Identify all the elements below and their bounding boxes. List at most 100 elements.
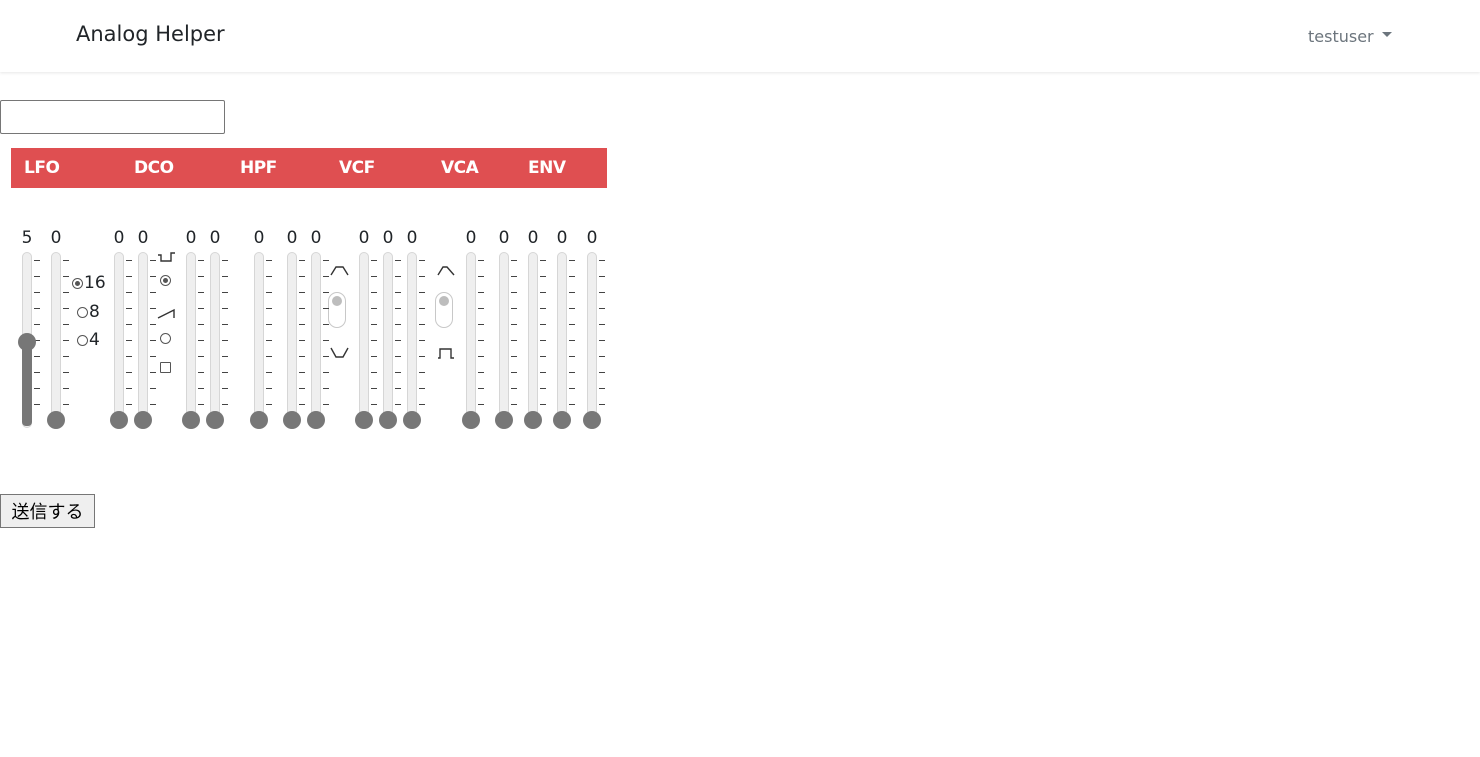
fader-track: [287, 252, 297, 428]
fader-thumb[interactable]: [206, 411, 224, 429]
fader-track: [383, 252, 393, 428]
fader-env-sustain[interactable]: [553, 252, 575, 429]
fader-vcf-res[interactable]: [307, 252, 329, 429]
fader-thumb[interactable]: [250, 411, 268, 429]
wave-option-pulse[interactable]: [160, 275, 172, 286]
fader-lfo-delay[interactable]: [47, 252, 69, 429]
wave-option-saw[interactable]: [160, 333, 172, 344]
switch-knob: [439, 296, 449, 306]
fader-value-lfo-rate: 5: [21, 228, 33, 248]
fader-value-dco-pwm: 0: [137, 228, 149, 248]
fader-hpf-freq[interactable]: [250, 252, 272, 429]
fader-track: [499, 252, 509, 428]
fader-value-vcf-kybd: 0: [406, 228, 418, 248]
range-option-4[interactable]: 4: [77, 330, 100, 350]
radio-icon: [77, 306, 88, 318]
fader-vcf-kybd[interactable]: [403, 252, 425, 429]
vca-mode-switch[interactable]: [435, 292, 453, 328]
fader-scale: [395, 260, 401, 420]
fader-scale: [599, 260, 605, 420]
fader-scale: [478, 260, 484, 420]
fader-thumb[interactable]: [307, 411, 325, 429]
fader-scale: [266, 260, 272, 420]
caret-down-icon: [1381, 32, 1392, 37]
fader-env-release[interactable]: [583, 252, 605, 429]
fader-dco-sub[interactable]: [182, 252, 204, 429]
fader-track: [254, 252, 264, 428]
fader-scale: [371, 260, 377, 420]
synth-panel: 16 8 4 50000000000000000: [0, 200, 620, 440]
vcf-polarity-switch[interactable]: [328, 292, 346, 328]
section-label-vca: VCA: [441, 158, 479, 178]
fader-vcf-env[interactable]: [355, 252, 377, 429]
positive-envelope-icon: [330, 266, 349, 276]
range-label-8: 8: [89, 302, 100, 322]
fader-thumb[interactable]: [583, 411, 601, 429]
fader-thumb[interactable]: [47, 411, 65, 429]
user-dropdown[interactable]: testuser: [1308, 27, 1392, 46]
wave-option-off[interactable]: [160, 362, 171, 373]
fader-thumb[interactable]: [283, 411, 301, 429]
fader-scale: [419, 260, 425, 420]
fader-lfo-rate[interactable]: [18, 252, 40, 428]
fader-thumb[interactable]: [403, 411, 421, 429]
negative-envelope-icon: [330, 347, 349, 358]
fader-scale: [323, 260, 329, 420]
fader-thumb[interactable]: [182, 411, 200, 429]
section-label-env: ENV: [528, 158, 566, 178]
fader-track: [557, 252, 567, 428]
fader-env-attack[interactable]: [495, 252, 517, 429]
gate-icon: [438, 348, 454, 359]
range-option-16[interactable]: 16: [72, 273, 106, 293]
fader-thumb[interactable]: [495, 411, 513, 429]
fader-scale: [299, 260, 305, 420]
fader-thumb[interactable]: [355, 411, 373, 429]
fader-track: [359, 252, 369, 428]
fader-dco-pwm[interactable]: [134, 252, 156, 429]
section-label-vcf: VCF: [339, 158, 375, 178]
fader-thumb[interactable]: [379, 411, 397, 429]
user-name: testuser: [1308, 27, 1374, 46]
fader-vcf-freq[interactable]: [283, 252, 305, 429]
fader-scale: [198, 260, 204, 420]
fader-vcf-lfo[interactable]: [379, 252, 401, 429]
square-checkbox-icon: [160, 362, 171, 373]
fader-value-env-release: 0: [586, 228, 598, 248]
fader-track: [138, 252, 148, 428]
fader-scale: [126, 260, 132, 420]
fader-scale: [569, 260, 575, 420]
patch-name-input[interactable]: [0, 100, 225, 134]
fader-thumb[interactable]: [110, 411, 128, 429]
fader-track: [114, 252, 124, 428]
fader-track: [528, 252, 538, 428]
fader-vca-level[interactable]: [462, 252, 484, 429]
brand-title[interactable]: Analog Helper: [76, 22, 225, 46]
fader-dco-noise[interactable]: [206, 252, 228, 429]
radio-icon: [72, 277, 83, 289]
section-header-bar: LFO DCO HPF VCF VCA ENV: [11, 148, 607, 188]
fader-thumb[interactable]: [524, 411, 542, 429]
fader-scale: [511, 260, 517, 420]
fader-env-decay[interactable]: [524, 252, 546, 429]
fader-value-hpf-freq: 0: [253, 228, 265, 248]
radio-icon: [77, 334, 88, 346]
fader-scale: [150, 260, 156, 420]
fader-thumb[interactable]: [18, 333, 36, 351]
fader-track: [311, 252, 321, 428]
fader-track: [186, 252, 196, 428]
fader-thumb[interactable]: [134, 411, 152, 429]
range-label-4: 4: [89, 330, 100, 350]
fader-value-env-decay: 0: [527, 228, 539, 248]
fader-thumb[interactable]: [553, 411, 571, 429]
pulse-wave-icon: [158, 252, 175, 262]
fader-scale: [540, 260, 546, 420]
fader-dco-lfo[interactable]: [110, 252, 132, 429]
fader-track: [587, 252, 597, 428]
fader-fill: [22, 339, 32, 426]
envelope-icon: [437, 266, 455, 276]
radio-icon: [160, 333, 171, 344]
fader-thumb[interactable]: [462, 411, 480, 429]
section-label-lfo: LFO: [24, 158, 60, 178]
submit-button[interactable]: 送信する: [0, 494, 95, 528]
range-option-8[interactable]: 8: [77, 302, 100, 322]
